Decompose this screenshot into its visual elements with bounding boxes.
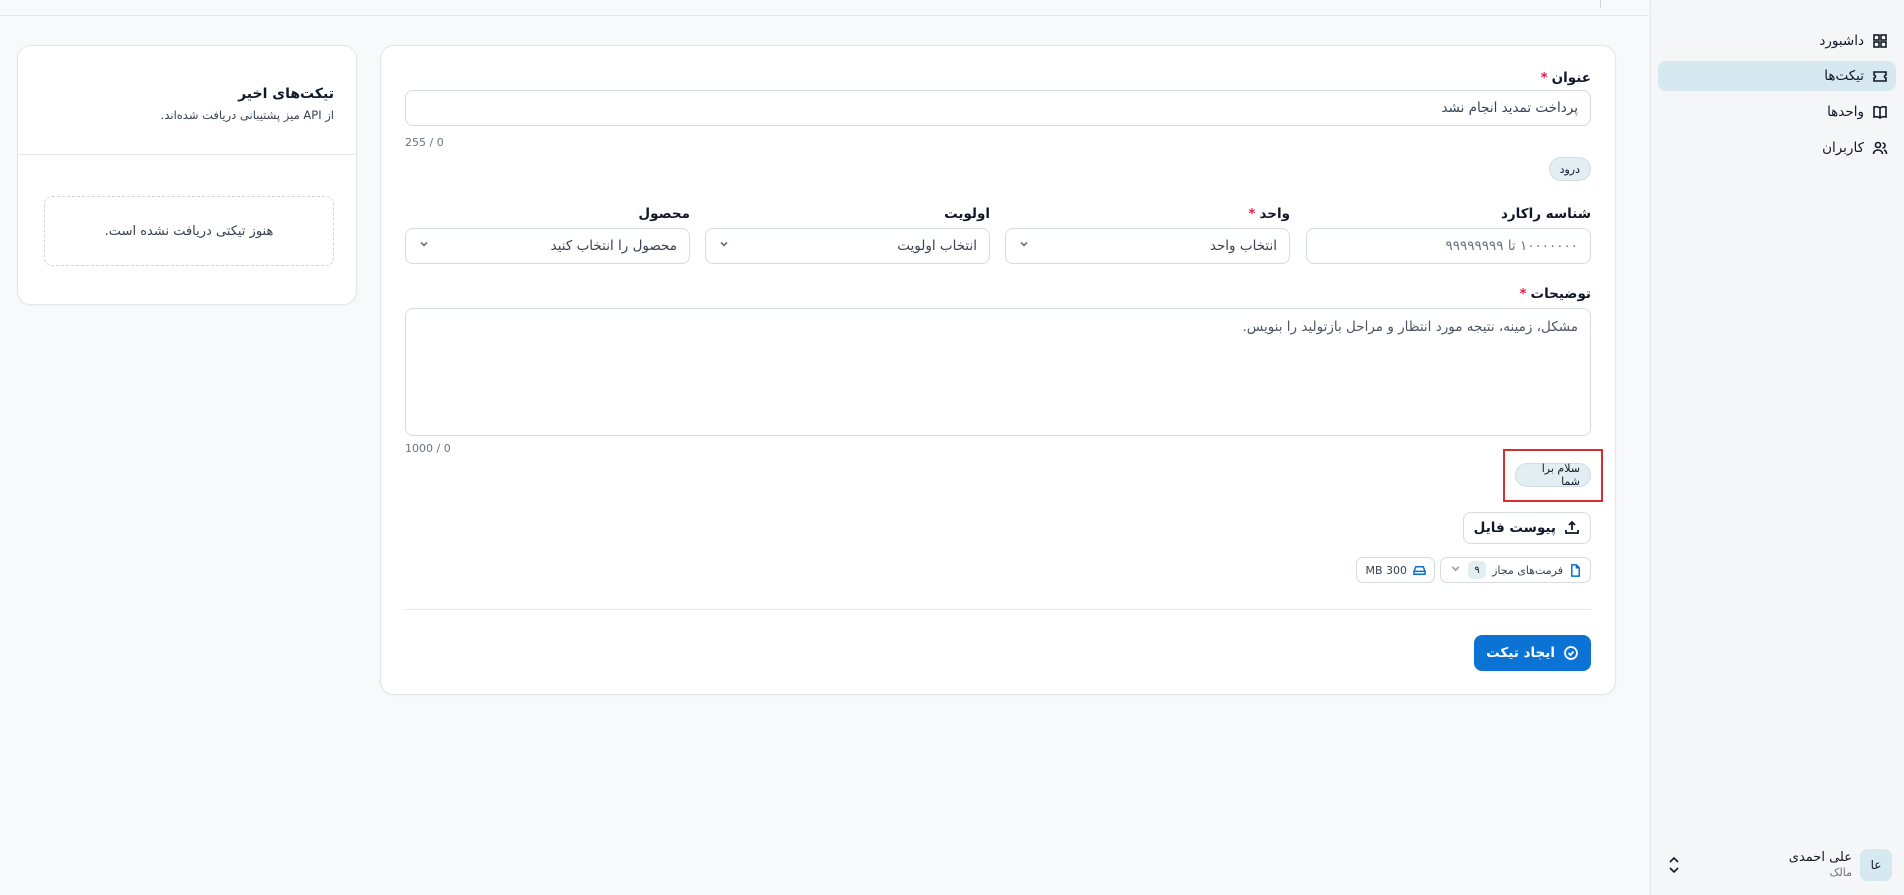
chevron-up-down-icon[interactable] [1666, 855, 1682, 875]
upload-icon [1565, 520, 1579, 534]
sidebar-item-label: داشبورد [1819, 33, 1864, 49]
priority-label: اولویت [944, 206, 990, 222]
product-select[interactable]: محصول را انتخاب کنید [405, 228, 690, 264]
required-marker: * [1248, 206, 1256, 222]
chevron-down-icon [718, 238, 730, 254]
topbar-separator [1600, 0, 1601, 8]
user-info: علی احمدی مالک [1789, 850, 1852, 880]
sidebar-item-units[interactable]: واحدها [1658, 97, 1896, 127]
recent-tickets-card: تیکت‌های اخیر از API میز پشتیبانی دریافت… [17, 45, 357, 305]
sidebar-item-label: واحدها [1827, 104, 1864, 120]
required-marker: * [1540, 70, 1548, 86]
recent-tickets-title: تیکت‌های اخیر [238, 86, 334, 102]
title-label-text: عنوان [1551, 70, 1591, 86]
tracking-placeholder: ۱۰۰۰۰۰۰۰ تا ۹۹۹۹۹۹۹۹ [1445, 238, 1578, 254]
user-role: مالک [1829, 866, 1852, 879]
attach-file-label: پیوست فایل [1473, 520, 1556, 536]
sidebar-item-label: کاربران [1822, 140, 1864, 156]
description-placeholder: مشکل، زمینه، نتیجه مورد انتظار و مراحل ب… [1242, 319, 1578, 335]
chevron-down-icon [1449, 562, 1462, 578]
sidebar-item-label: تیکت‌ها [1824, 68, 1864, 84]
sidebar: داشبورد تیکت‌ها واحدها کاربران عا علی اح… [1650, 0, 1904, 895]
description-suggestion-chip[interactable]: سلام برا شما [1515, 462, 1591, 488]
ticket-form-card: عنوان* پرداخت تمدید انجام نشد 255 / 0 در… [380, 45, 1616, 695]
create-ticket-label: ایجاد تیکت [1486, 645, 1555, 661]
description-label: توضیحات* [1519, 286, 1591, 302]
ticket-icon [1873, 71, 1887, 82]
unit-select[interactable]: انتخاب واحد [1005, 228, 1290, 264]
tracking-id-input[interactable]: ۱۰۰۰۰۰۰۰ تا ۹۹۹۹۹۹۹۹ [1306, 228, 1591, 264]
title-counter: 255 / 0 [405, 136, 444, 149]
users-icon [1872, 141, 1888, 155]
priority-placeholder: انتخاب اولویت [897, 238, 977, 254]
allowed-formats-dropdown[interactable]: فرمت‌های مجاز ۹ [1440, 557, 1591, 583]
description-counter: 1000 / 0 [405, 442, 451, 455]
unit-label: واحد* [1248, 206, 1290, 222]
form-divider [405, 609, 1591, 610]
max-size-badge: 300 MB [1356, 557, 1435, 583]
avatar: عا [1860, 849, 1892, 881]
product-placeholder: محصول را انتخاب کنید [550, 238, 677, 254]
dashboard-icon [1873, 34, 1887, 48]
product-label: محصول [638, 206, 690, 222]
user-name: علی احمدی [1788, 850, 1852, 865]
drive-icon [1413, 565, 1426, 575]
check-circle-icon [1564, 646, 1578, 660]
chevron-down-icon [418, 238, 430, 254]
unit-placeholder: انتخاب واحد [1209, 238, 1277, 254]
book-icon [1873, 105, 1887, 119]
create-ticket-button[interactable]: ایجاد تیکت [1474, 635, 1591, 671]
title-value: پرداخت تمدید انجام نشد [1441, 100, 1578, 116]
description-label-text: توضیحات [1530, 286, 1591, 302]
title-suggestion-chip[interactable]: درود [1548, 157, 1591, 181]
sidebar-item-tickets[interactable]: تیکت‌ها [1658, 61, 1896, 91]
chevron-down-icon [1018, 238, 1030, 254]
priority-select[interactable]: انتخاب اولویت [705, 228, 990, 264]
recent-tickets-divider [18, 154, 356, 155]
user-menu[interactable]: عا علی احمدی مالک [1658, 845, 1896, 885]
max-size-value: 300 MB [1365, 563, 1407, 577]
description-textarea[interactable]: مشکل، زمینه، نتیجه مورد انتظار و مراحل ب… [405, 308, 1591, 436]
formats-count: ۹ [1468, 561, 1487, 579]
recent-tickets-subtitle: از API میز پشتیبانی دریافت شده‌اند. [160, 108, 334, 122]
sidebar-item-users[interactable]: کاربران [1658, 133, 1896, 163]
attach-file-button[interactable]: پیوست فایل [1462, 512, 1591, 544]
sidebar-item-dashboard[interactable]: داشبورد [1658, 26, 1896, 56]
formats-label: فرمت‌های مجاز [1492, 563, 1563, 577]
top-bar [0, 0, 1649, 16]
unit-label-text: واحد [1259, 206, 1290, 222]
tracking-label: شناسه راکارد [1500, 206, 1591, 222]
empty-state: هنوز تیکتی دریافت نشده است. [44, 196, 334, 266]
file-icon [1571, 563, 1580, 577]
title-input[interactable]: پرداخت تمدید انجام نشد [405, 90, 1591, 126]
title-label: عنوان* [1541, 70, 1591, 86]
required-marker: * [1519, 286, 1527, 302]
